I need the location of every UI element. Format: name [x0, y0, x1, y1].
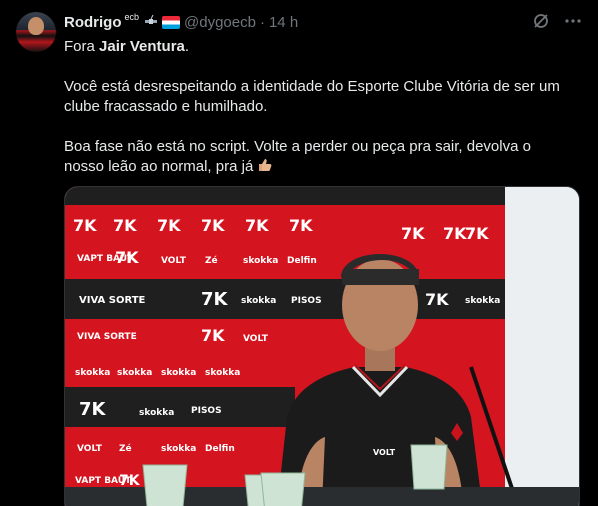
author-handle[interactable]: @dygoecb	[184, 14, 256, 31]
thumbs-up-icon	[257, 157, 273, 173]
tweet-paragraph-3: Boa fase não está no script. Volte a per…	[64, 137, 564, 177]
tweet-mention: Jair Ventura	[99, 38, 185, 55]
header-actions	[532, 12, 582, 30]
tweet-time[interactable]: 14 h	[269, 14, 298, 31]
tweet-text: Fora Jair Ventura. Você está desrespeita…	[64, 37, 564, 177]
avatar-column	[16, 12, 56, 506]
separator-dot: ·	[259, 13, 265, 31]
tweet-paragraph-3-text: Boa fase não está no script. Volte a per…	[64, 138, 531, 175]
water-cups	[142, 444, 448, 506]
tweet-paragraph-2: Você está desrespeitando a identidade do…	[64, 78, 560, 115]
tweet[interactable]: Rodrigo ecb @dygoecb · 14 h Fora Jair Ve…	[0, 0, 598, 506]
tweet-paragraph-1: Fora Jair Ventura.	[64, 37, 564, 57]
tweet-header: Rodrigo ecb @dygoecb · 14 h	[64, 12, 582, 32]
flag-luxembourg-icon	[162, 15, 181, 29]
tweet-photo[interactable]: 7K 7K 7K 7K 7K 7K 7K 7K 7K VAPT BAUT 7K …	[64, 186, 580, 506]
avatar[interactable]	[16, 12, 56, 52]
more-icon[interactable]	[564, 12, 582, 30]
grok-icon[interactable]	[532, 12, 550, 30]
tweet-line1-suffix: .	[184, 38, 190, 55]
author-name-suffix: ecb	[124, 12, 140, 22]
tweet-line1-prefix: Fora	[64, 38, 100, 55]
satellite-icon	[143, 14, 159, 30]
author-name[interactable]: Rodrigo	[64, 14, 122, 31]
avatar-face	[28, 17, 44, 35]
